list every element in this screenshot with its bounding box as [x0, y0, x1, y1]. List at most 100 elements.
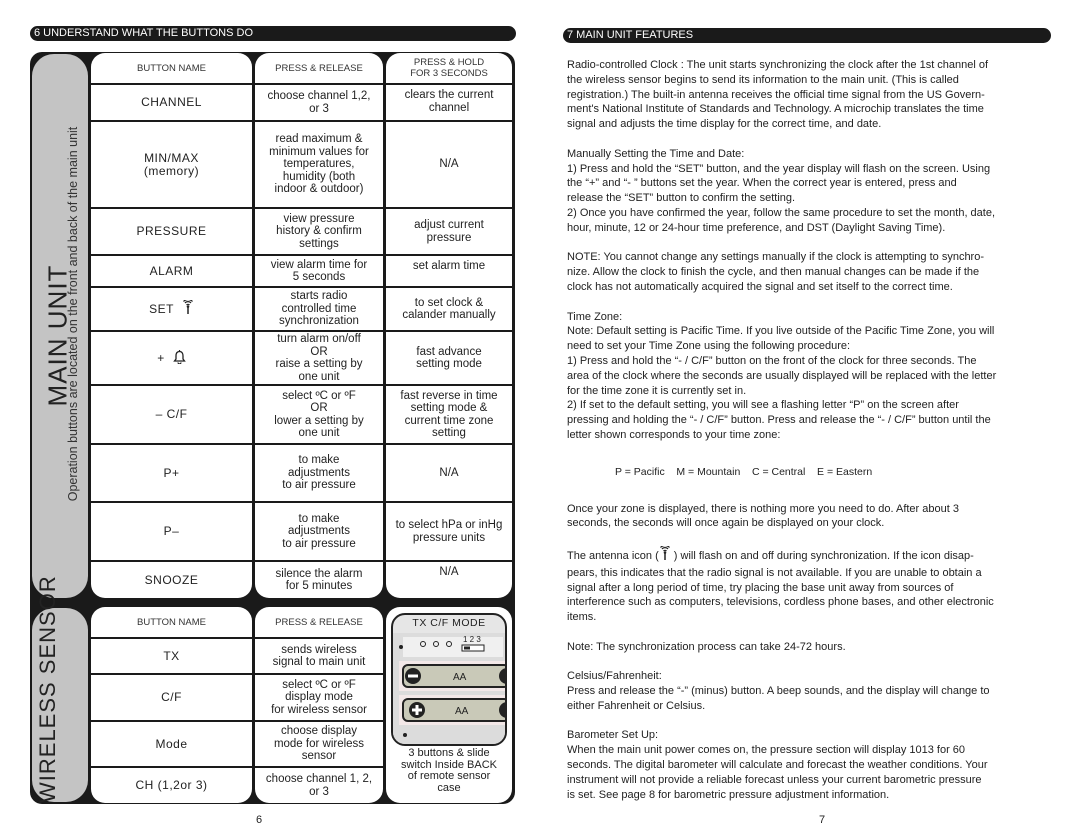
paragraph-heading: Manually Setting the Time and Date: [567, 147, 745, 160]
press-release-cell: to make adjustments to air pressure [255, 501, 383, 560]
press-release-cell-text: to make adjustments to air pressure [282, 454, 356, 492]
battery-label: AA [453, 672, 467, 683]
paragraph: Once your zone is displayed, there is no… [567, 502, 1057, 532]
button-name-cell-text: CH (1,2or 3) [135, 778, 208, 793]
press-release-cell: to make adjustments to air pressure [255, 443, 383, 501]
main-unit-buttons-table: BUTTON NAME PRESS & RELEASE PRESS & HOLD F… [91, 53, 512, 598]
column-header: PRESS & HOLD FOR 3 SECONDS [386, 53, 512, 83]
paragraph-text: Note: Default setting is Pacific Time. I… [567, 325, 997, 441]
sensor-battery-compartment-icon: 1 2 3 AA AA [393, 633, 505, 744]
press-release-cell-text: select ºC or ºF OR lower a setting by on… [274, 389, 364, 440]
column-header-text: BUTTON NAME [137, 62, 206, 74]
press-release-cell: view pressure history & confirm settings [255, 207, 383, 254]
press-hold-cell-text: set alarm time [412, 260, 486, 272]
sensor-back-illustration-cell: TX C/F MODE 1 2 3 AA AA 3 buttons & slid… [386, 607, 512, 803]
press-hold-cell-text: to select hPa or inHg pressure units [395, 519, 503, 544]
button-name-cell-text: SET [149, 301, 174, 316]
button-name-cell-text: Mode [155, 736, 188, 751]
press-hold-cell: N/A [386, 560, 512, 598]
press-release-cell-text: starts radio controlled time synchroniza… [279, 290, 359, 328]
paragraph-text: The antenna icon ( [567, 549, 659, 562]
button-name-cell-text: + [157, 350, 165, 365]
press-release-cell: sends wireless signal to main unit [255, 637, 383, 673]
column-header-text: PRESS & HOLD FOR 3 SECONDS [410, 57, 488, 79]
paragraph-text: 1) Press and hold the “SET” button, and … [567, 162, 996, 234]
button-name-cell: TX [91, 637, 252, 673]
press-hold-cell: fast advance setting mode [386, 330, 512, 384]
antenna-icon [182, 299, 194, 318]
paragraph: Note: The synchronization process can ta… [567, 640, 1057, 655]
button-name-cell: CH (1,2or 3) [91, 766, 252, 803]
button-name-cell-text: P+ [163, 465, 180, 480]
press-hold-cell: fast reverse in time setting mode & curr… [386, 384, 512, 443]
button-name-cell: – C/F [91, 384, 252, 443]
press-release-cell-text: to make adjustments to air pressure [282, 512, 356, 550]
press-release-cell: select ºC or ºF display mode for wireles… [255, 673, 383, 720]
press-release-cell-text: choose display mode for wireless sensor [273, 725, 365, 763]
time-zone-legend: P = Pacific M = Mountain C = Central E =… [615, 465, 873, 478]
paragraph: Radio-controlled Clock : The unit starts… [567, 58, 1057, 132]
press-hold-cell-text: N/A [439, 566, 459, 578]
column-header: BUTTON NAME [91, 53, 252, 83]
paragraph: NOTE: You cannot change any settings man… [567, 250, 1057, 294]
button-name-cell: P+ [91, 443, 252, 501]
antenna-icon [659, 544, 671, 564]
button-name-cell: ALARM [91, 254, 252, 286]
paragraph: Time Zone: Note: Default setting is Pacif… [567, 310, 1057, 443]
paragraph: Barometer Set Up: When the main unit powe… [567, 728, 1057, 802]
page-number-left: 6 [256, 814, 263, 826]
page-number-right: 7 [819, 814, 826, 826]
press-release-cell-text: read maximum & minimum values for temper… [269, 133, 369, 196]
paragraph-heading: Celsius/Fahrenheit: [567, 670, 662, 683]
press-release-cell: choose channel 1,2, or 3 [255, 83, 383, 120]
press-release-cell: starts radio controlled time synchroniza… [255, 286, 383, 330]
press-hold-cell: N/A [386, 443, 512, 501]
press-release-cell: silence the alarm for 5 minutes [255, 560, 383, 598]
button-name-cell: C/F [91, 673, 252, 720]
press-hold-cell: to select hPa or inHg pressure units [386, 501, 512, 560]
button-name-cell: SNOOZE [91, 560, 252, 598]
button-name-cell: CHANNEL [91, 83, 252, 120]
paragraph-text: Note: The synchronization process can ta… [567, 640, 846, 653]
press-release-cell-text: sends wireless signal to main unit [272, 643, 366, 669]
button-name-cell-text: P– [163, 524, 180, 539]
sensor-buttons-label: TX C/F MODE [412, 617, 486, 629]
press-release-cell-text: silence the alarm for 5 minutes [275, 567, 363, 593]
paragraph-heading: Barometer Set Up: [567, 729, 659, 742]
press-hold-cell-text: fast reverse in time setting mode & curr… [400, 389, 498, 440]
press-release-cell: choose display mode for wireless sensor [255, 720, 383, 766]
press-release-cell-text: choose channel 1,2, or 3 [267, 90, 371, 115]
paragraph-text: NOTE: You cannot change any settings man… [567, 251, 985, 293]
press-hold-cell: to set clock & calander manually [386, 286, 512, 330]
paragraph: Manually Setting the Time and Date: 1) Pr… [567, 147, 1057, 236]
press-release-cell-text: view alarm time for 5 seconds [270, 258, 368, 284]
button-name-cell: PRESSURE [91, 207, 252, 254]
main-unit-features-text: Radio-controlled Clock : The unit starts… [567, 58, 1057, 817]
button-name-cell-text: TX [163, 648, 180, 663]
paragraph-heading: Time Zone: [567, 310, 623, 323]
button-name-cell: + [91, 330, 252, 384]
button-name-cell-text: – C/F [155, 407, 188, 422]
press-hold-cell: set alarm time [386, 254, 512, 286]
section-header-features: 7 MAIN UNIT FEATURES [563, 28, 1051, 43]
press-release-cell: choose channel 1, 2, or 3 [255, 766, 383, 803]
button-name-cell-text: C/F [161, 690, 182, 705]
press-hold-cell: N/A [386, 120, 512, 207]
button-name-cell: MIN/MAX (memory) [91, 120, 252, 207]
paragraph: The antenna icon ( ) will flash on and o… [567, 544, 1057, 625]
press-hold-cell-text: adjust current pressure [414, 219, 484, 244]
paragraph: Celsius/Fahrenheit: Press and release the… [567, 669, 1057, 713]
sensor-caption: 3 buttons & slide switch Inside BACK of … [401, 747, 497, 794]
press-release-cell: select ºC or ºF OR lower a setting by on… [255, 384, 383, 443]
button-name-cell-text: CHANNEL [141, 95, 202, 110]
paragraph-text: Once your zone is displayed, there is no… [567, 502, 959, 530]
press-hold-cell: adjust current pressure [386, 207, 512, 254]
press-release-cell-text: view pressure history & confirm settings [276, 212, 362, 250]
button-name-cell-text: SNOOZE [144, 572, 199, 587]
wireless-sensor-title: WIRELESS SENSOR [35, 575, 60, 803]
press-release-cell: view alarm time for 5 seconds [255, 254, 383, 286]
column-header-text: PRESS & RELEASE [275, 616, 363, 628]
press-hold-cell-text: N/A [439, 158, 459, 171]
press-release-cell-text: turn alarm on/off OR raise a setting by … [275, 333, 363, 383]
press-hold-cell-text: clears the current channel [404, 89, 494, 114]
